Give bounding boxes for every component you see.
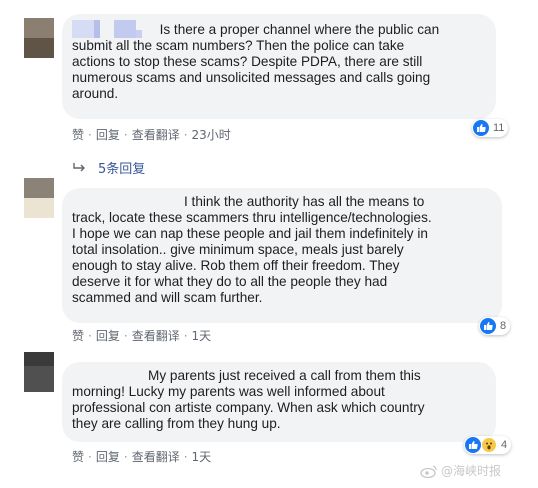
weibo-icon (420, 464, 438, 478)
comment-line: total insolation.. give minimum space, m… (72, 242, 404, 257)
view-replies-link[interactable]: 5条回复 (72, 158, 145, 177)
commenter-avatar[interactable] (24, 352, 54, 392)
comment-line: deserve it for what they do to all the p… (72, 274, 388, 289)
comment-line: My parents just received a call from the… (148, 368, 421, 383)
reaction-summary[interactable]: 4 (464, 436, 512, 454)
see-translation-action[interactable]: 查看翻译 (132, 329, 180, 343)
reply-arrow-icon (72, 162, 88, 174)
comment-timestamp[interactable]: 1天 (192, 450, 212, 464)
comment-line: submit all the scam numbers? Then the po… (72, 38, 405, 53)
watermark-text: @海峡时报 (441, 464, 502, 478)
comment-timestamp[interactable]: 1天 (192, 329, 212, 343)
comment-bubble: Is there a proper channel where the publ… (62, 14, 496, 119)
comment-actions: 赞 · 回复 · 查看翻译 · 23小时 (72, 128, 231, 142)
reaction-count: 4 (501, 439, 508, 451)
comment-line: professional con artiste company. When a… (72, 400, 425, 415)
comment-line: scammed and will scam further. (72, 290, 263, 305)
comment-line: I hope we can nap these people and jail … (72, 226, 428, 241)
comment-actions: 赞 · 回复 · 查看翻译 · 1天 (72, 329, 212, 343)
reaction-count: 11 (493, 122, 505, 134)
like-action[interactable]: 赞 (72, 329, 84, 343)
like-action[interactable]: 赞 (72, 128, 84, 142)
comment-line: actions to stop these scams? Despite PDP… (72, 54, 423, 69)
comment-line: they are calling from they hung up. (72, 416, 281, 431)
commenter-avatar[interactable] (24, 178, 54, 218)
reply-action[interactable]: 回复 (96, 329, 120, 343)
comment-bubble: I think the authority has all the means … (62, 188, 502, 323)
comment-timestamp[interactable]: 23小时 (192, 128, 231, 142)
reply-action[interactable]: 回复 (96, 128, 120, 142)
wow-icon (481, 437, 497, 453)
view-replies-label[interactable]: 5条回复 (98, 158, 145, 177)
comment-line: around. (72, 86, 119, 101)
see-translation-action[interactable]: 查看翻译 (132, 450, 180, 464)
comment-line: morning! Lucky my parents was well infor… (72, 384, 385, 399)
comment-first-line: Is there a proper channel where the publ… (72, 20, 484, 38)
comment-line: enough to stay alive. Rob them off their… (72, 258, 400, 273)
commenter-avatar[interactable] (24, 18, 54, 58)
comment-actions: 赞 · 回复 · 查看翻译 · 1天 (72, 450, 212, 464)
comment-bubble: My parents just received a call from the… (62, 362, 496, 442)
comment-line: track, locate these scammers thru intell… (72, 210, 432, 225)
comment-line: numerous scams and unsolicited messages … (72, 70, 431, 85)
reaction-count: 8 (500, 320, 507, 332)
like-icon (480, 318, 496, 334)
see-translation-action[interactable]: 查看翻译 (132, 128, 180, 142)
watermark: @海峡时报 (420, 462, 501, 479)
reaction-summary[interactable]: 8 (479, 317, 511, 335)
like-icon (473, 120, 489, 136)
comment-line: I think the authority has all the means … (184, 194, 425, 209)
reaction-summary[interactable]: 11 (472, 119, 509, 137)
like-icon (465, 437, 481, 453)
reply-action[interactable]: 回复 (96, 450, 120, 464)
like-action[interactable]: 赞 (72, 450, 84, 464)
redacted-name (72, 20, 152, 38)
